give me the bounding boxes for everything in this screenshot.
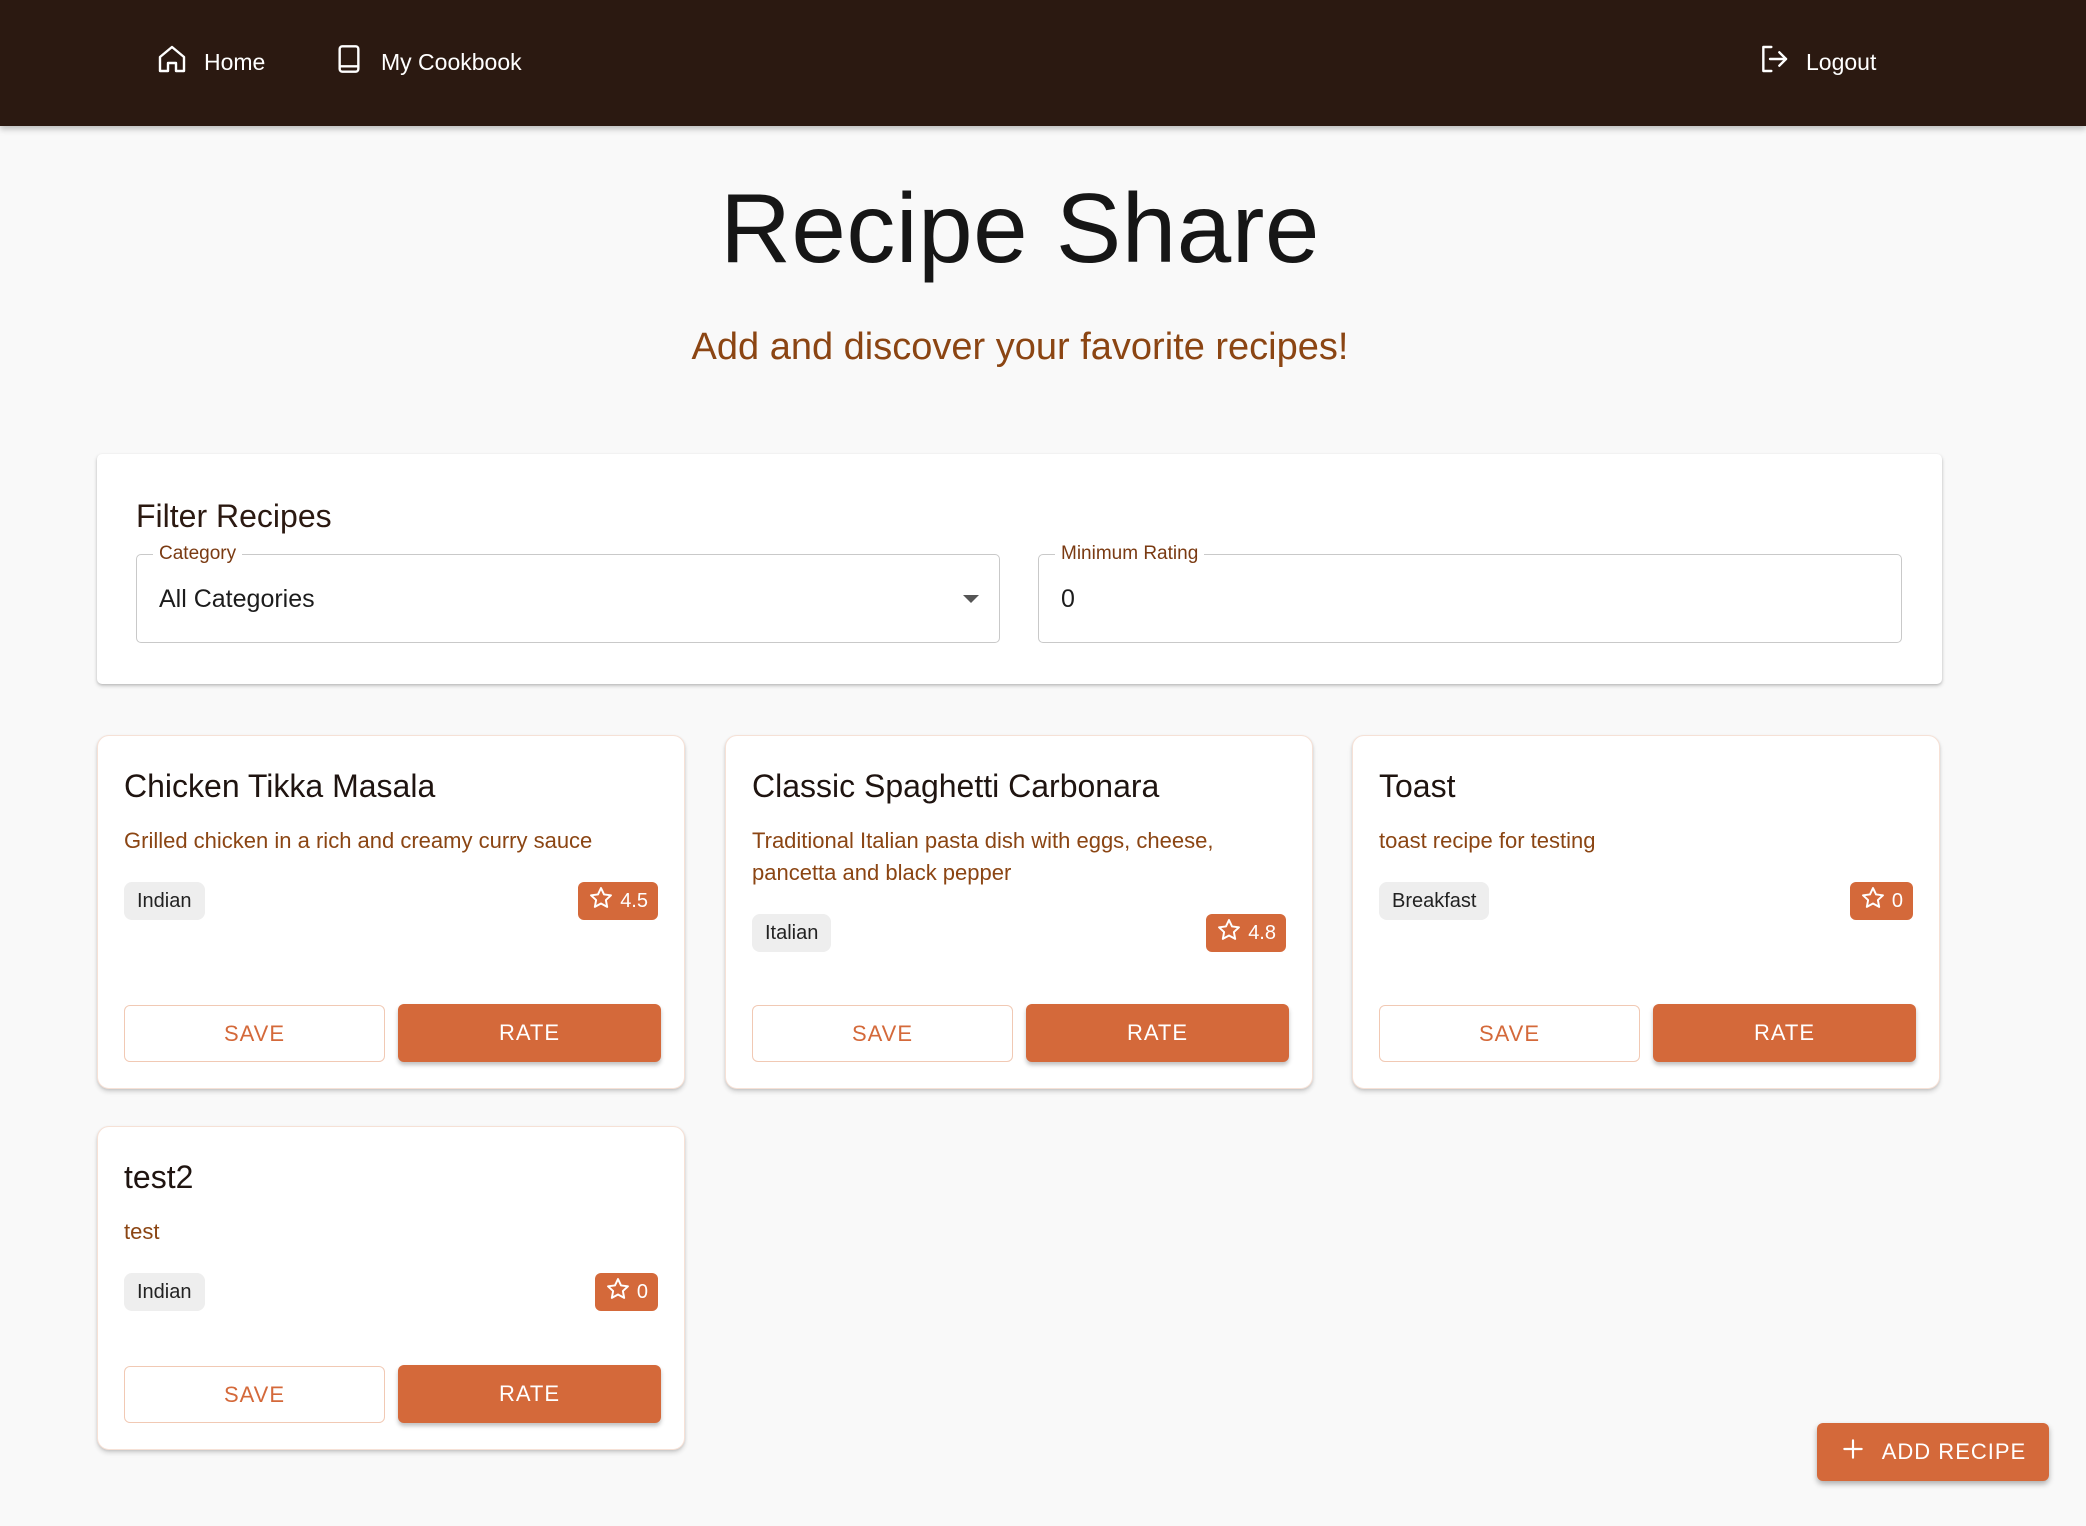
star-icon (588, 885, 614, 917)
rating-value: 4.5 (620, 889, 648, 912)
recipe-card: Toast toast recipe for testing Breakfast… (1352, 735, 1940, 1089)
filter-panel: Filter Recipes Category All Categories M… (97, 454, 1942, 684)
recipe-title: Classic Spaghetti Carbonara (752, 768, 1160, 804)
rating-value: 0 (636, 1280, 648, 1303)
nav-cookbook-label: My Cookbook (381, 48, 522, 75)
save-button[interactable]: SAVE (124, 1005, 385, 1062)
rate-button[interactable]: RATE (1026, 1004, 1289, 1062)
category-chip: Indian (124, 882, 205, 920)
nav-home-label: Home (204, 48, 266, 75)
star-icon (605, 1276, 631, 1308)
recipe-card: Chicken Tikka Masala Grilled chicken in … (97, 735, 685, 1089)
recipe-description: Grilled chicken in a rich and creamy cur… (124, 828, 593, 853)
logout-label: Logout (1806, 48, 1877, 75)
recipe-title: test2 (124, 1159, 194, 1195)
nav-home-link[interactable]: Home (156, 0, 265, 124)
add-recipe-label: ADD RECIPE (1881, 1439, 2027, 1464)
category-chip: Breakfast (1379, 882, 1490, 920)
rating-badge: 4.5 (578, 882, 658, 920)
add-recipe-button[interactable]: ADD RECIPE (1817, 1423, 2049, 1481)
minimum-rating-label: Minimum Rating (1055, 543, 1205, 565)
recipe-description: test (124, 1219, 160, 1244)
recipe-description: toast recipe for testing (1379, 828, 1596, 853)
rating-value: 4.8 (1248, 921, 1276, 944)
recipe-card: Classic Spaghetti Carbonara Traditional … (725, 735, 1313, 1089)
category-chip: Italian (752, 914, 832, 952)
top-navigation-bar: Home My Cookbook Logout (0, 0, 2086, 126)
recipe-description: Traditional Italian pasta dish with eggs… (752, 828, 1214, 885)
logout-icon (1758, 43, 1790, 81)
filter-title: Filter Recipes (136, 498, 332, 534)
star-icon (1216, 917, 1242, 949)
recipe-card: test2 test Indian 0 SAVE RATE (97, 1126, 685, 1450)
nav-cookbook-link[interactable]: My Cookbook (333, 0, 522, 124)
plus-icon (1840, 1436, 1866, 1468)
rate-button[interactable]: RATE (398, 1365, 661, 1423)
rate-button[interactable]: RATE (398, 1004, 661, 1062)
chevron-down-icon[interactable] (963, 595, 979, 603)
category-chip: Indian (124, 1273, 205, 1311)
book-icon (333, 43, 365, 81)
home-icon (156, 43, 188, 81)
category-value: All Categories (159, 585, 315, 613)
rate-button[interactable]: RATE (1653, 1004, 1916, 1062)
minimum-rating-value[interactable]: 0 (1061, 585, 1075, 614)
rating-badge: 0 (1849, 882, 1913, 920)
category-select[interactable]: Category All Categories (136, 543, 1000, 643)
recipe-title: Toast (1379, 768, 1456, 804)
save-button[interactable]: SAVE (1379, 1005, 1640, 1062)
star-icon (1860, 885, 1886, 917)
category-label: Category (153, 543, 243, 565)
page-title: Recipe Share (720, 173, 1320, 283)
logout-button[interactable]: Logout (1758, 0, 1876, 124)
page-subtitle: Add and discover your favorite recipes! (691, 326, 1349, 368)
minimum-rating-input[interactable]: Minimum Rating 0 (1038, 543, 1902, 643)
rating-badge: 0 (594, 1273, 658, 1311)
save-button[interactable]: SAVE (752, 1005, 1013, 1062)
recipe-title: Chicken Tikka Masala (124, 768, 436, 804)
rating-badge: 4.8 (1206, 914, 1286, 952)
rating-value: 0 (1891, 889, 1903, 912)
save-button[interactable]: SAVE (124, 1366, 385, 1423)
